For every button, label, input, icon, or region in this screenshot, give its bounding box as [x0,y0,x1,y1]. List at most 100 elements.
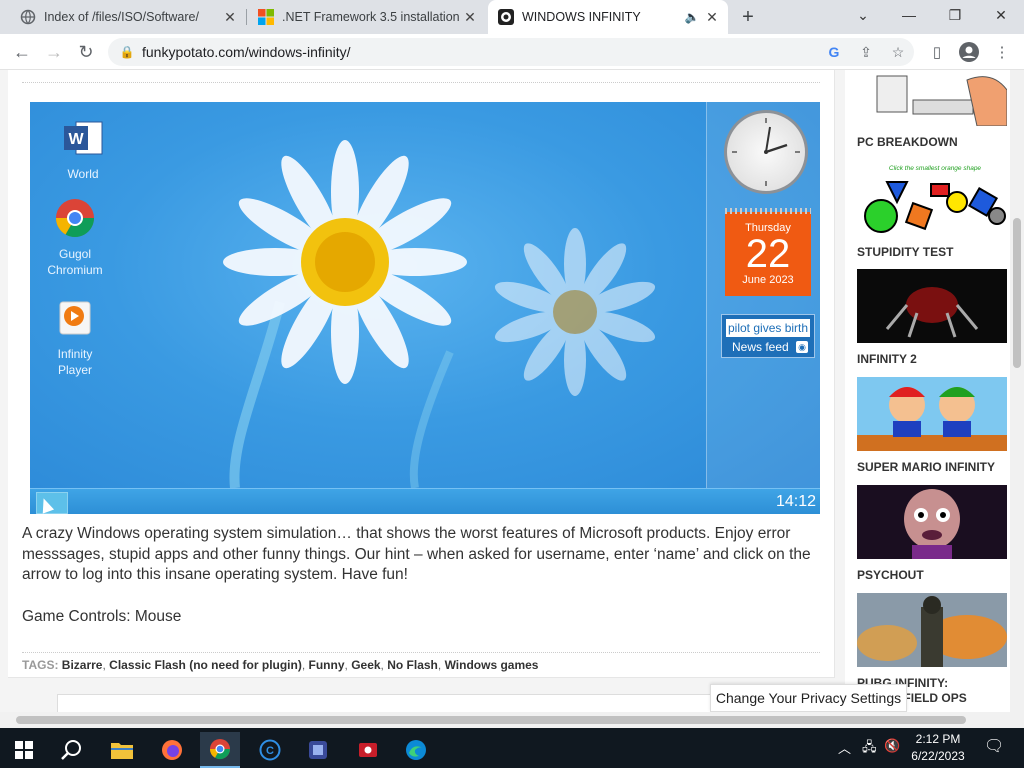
notification-icon[interactable]: 🗨 [984,736,1004,756]
bookmark-star-icon[interactable]: ☆ [888,42,908,62]
tab-windows-infinity[interactable]: WINDOWS INFINITY 🔈 ✕ [488,0,728,34]
tag-link[interactable]: Classic Flash (no need for plugin) [109,658,302,672]
game-card-infinity-2[interactable]: INFINITY 2 [857,269,1007,366]
tags-line: TAGS: Bizarre, Classic Flash (no need fo… [22,658,539,672]
minimize-button[interactable]: — [886,0,932,30]
tags-label: TAGS: [22,658,59,672]
tag-link[interactable]: Bizarre [62,658,103,672]
app-icon[interactable] [298,732,338,768]
globe-icon [20,9,36,25]
tab-strip: Index of /files/ISO/Software/ ✕ .NET Fra… [0,0,1024,34]
gadget-sidebar: Thursday 22 June 2023 pilot gives birth … [706,102,820,488]
forward-arrow-icon[interactable]: → [42,40,66,64]
chevron-up-icon[interactable]: ︿ [838,738,851,757]
tab-title: Index of /files/ISO/Software/ [44,10,199,24]
tag-link[interactable]: Geek [351,658,380,672]
screen-recorder-icon[interactable] [348,732,388,768]
privacy-settings-button[interactable]: Change Your Privacy Settings [710,684,907,712]
super-mario-infinity-thumbnail [857,377,1007,451]
speaker-icon[interactable]: 🔈 [684,7,700,27]
close-tab-icon[interactable]: ✕ [702,7,722,27]
horizontal-scrollbar[interactable] [0,712,1024,728]
sim-taskbar: 14:12 [30,488,820,514]
desktop-icon-label: Gugol Chromium [47,247,103,277]
edge-icon[interactable] [396,732,436,768]
volume-muted-icon[interactable]: 🔇 [884,738,900,754]
comment-box [57,694,717,712]
new-tab-button[interactable]: + [736,6,760,28]
pubg-infinity-thumbnail [857,593,1007,667]
file-explorer-icon[interactable] [102,732,142,768]
profile-avatar-icon[interactable] [957,40,981,64]
thumb-caption: Click the smallest orange shape [889,165,982,172]
clock-face-icon [732,118,800,186]
tab-search-icon[interactable]: ⌄ [840,0,886,30]
game-card-title: PC BREAKDOWN [857,135,958,149]
close-tab-icon[interactable]: ✕ [220,7,240,27]
search-icon[interactable] [52,732,92,768]
pc-breakdown-thumbnail [857,70,1008,127]
calendar-gadget[interactable]: Thursday 22 June 2023 [725,208,811,296]
tab-net-framework[interactable]: .NET Framework 3.5 installation e ✕ [238,0,486,34]
desktop-icon-world[interactable]: W World [48,118,118,182]
game-card-stupidity-test[interactable]: Click the smallest orange shape STUPIDIT… [857,162,1007,259]
game-card-title: STUPIDITY TEST [857,245,954,259]
newsfeed-label: News feed [732,340,789,354]
calendar-month: June 2023 [742,274,794,286]
tag-link[interactable]: Windows games [445,658,539,672]
game-card-super-mario-infinity[interactable]: SUPER MARIO INFINITY [857,377,1007,474]
word-icon: W [64,121,103,155]
windows-taskbar: C ︿ 🖧 🔇 2:12 PM 6/22/2023 🗨 [0,728,1024,768]
taskbar-clock[interactable]: 2:12 PM 6/22/2023 [900,731,976,765]
divider [22,652,820,653]
network-icon[interactable]: 🖧 [862,738,877,760]
player-icon [59,301,91,335]
menu-kebab-icon[interactable]: ⋮ [990,40,1014,64]
ccleaner-icon[interactable]: C [250,732,290,768]
share-icon[interactable]: ⇪ [856,42,876,62]
game-controls: Game Controls: Mouse [22,608,182,625]
scrollbar-thumb[interactable] [16,716,966,724]
daisy-wallpaper [223,140,656,488]
game-card-pc-breakdown[interactable]: PC BREAKDOWN [857,70,1008,149]
desktop-icon-infinity-player[interactable]: Infinity Player [40,298,110,378]
side-panel-icon[interactable]: ▯ [925,40,949,64]
game-card-psychout[interactable]: PSYCHOUT [857,485,1007,582]
desktop-icon-label: World [67,167,99,181]
url-text[interactable]: funkypotato.com/windows-infinity/ [142,44,351,60]
taskbar-time: 2:12 PM [915,732,961,746]
restore-button[interactable]: ❐ [932,0,978,30]
clock-gadget[interactable] [724,110,808,194]
close-window-button[interactable]: ✕ [978,0,1024,30]
reload-icon[interactable]: ↻ [74,40,98,64]
close-tab-icon[interactable]: ✕ [460,7,480,27]
firefox-icon[interactable] [152,732,192,768]
game-card-title: PSYCHOUT [857,568,924,582]
tag-link[interactable]: Funny [309,658,345,672]
tag-link[interactable]: No Flash [387,658,438,672]
tab-title: .NET Framework 3.5 installation e [282,10,460,24]
browser-toolbar: ← → ↻ 🔒 funkypotato.com/windows-infinity… [0,34,1024,70]
desktop-icon-gugol-chromium[interactable]: Gugol Chromium [40,198,110,278]
back-arrow-icon[interactable]: ← [10,40,34,64]
calendar-rings [725,208,811,214]
news-ticker: pilot gives birth [726,319,810,337]
windows-start-icon[interactable] [4,732,44,768]
game-canvas[interactable]: W World Gugol Chromium Infinity Player T… [30,102,820,514]
google-translate-icon[interactable]: G [824,42,844,62]
rss-icon: ◉ [796,341,808,353]
page-viewport: W World Gugol Chromium Infinity Player T… [0,70,1024,712]
chrome-icon[interactable] [200,732,240,768]
main-content: W World Gugol Chromium Infinity Player T… [8,70,835,678]
tab-index-files[interactable]: Index of /files/ISO/Software/ ✕ [0,0,246,34]
calendar-day: Thursday [745,222,791,234]
newsfeed-gadget[interactable]: pilot gives birth News feed ◉ [721,314,815,358]
vertical-scrollbar[interactable] [1010,70,1024,712]
scrollbar-thumb[interactable] [1013,218,1021,368]
lock-icon[interactable]: 🔒 [120,45,135,59]
desktop-icon-label: Infinity Player [57,347,93,377]
related-games-sidebar: PC BREAKDOWN Click the smallest orange s… [845,70,1010,712]
divider [22,82,820,83]
address-bar[interactable]: 🔒 funkypotato.com/windows-infinity/ G ⇪ … [108,38,914,66]
svg-text:W: W [68,131,84,148]
